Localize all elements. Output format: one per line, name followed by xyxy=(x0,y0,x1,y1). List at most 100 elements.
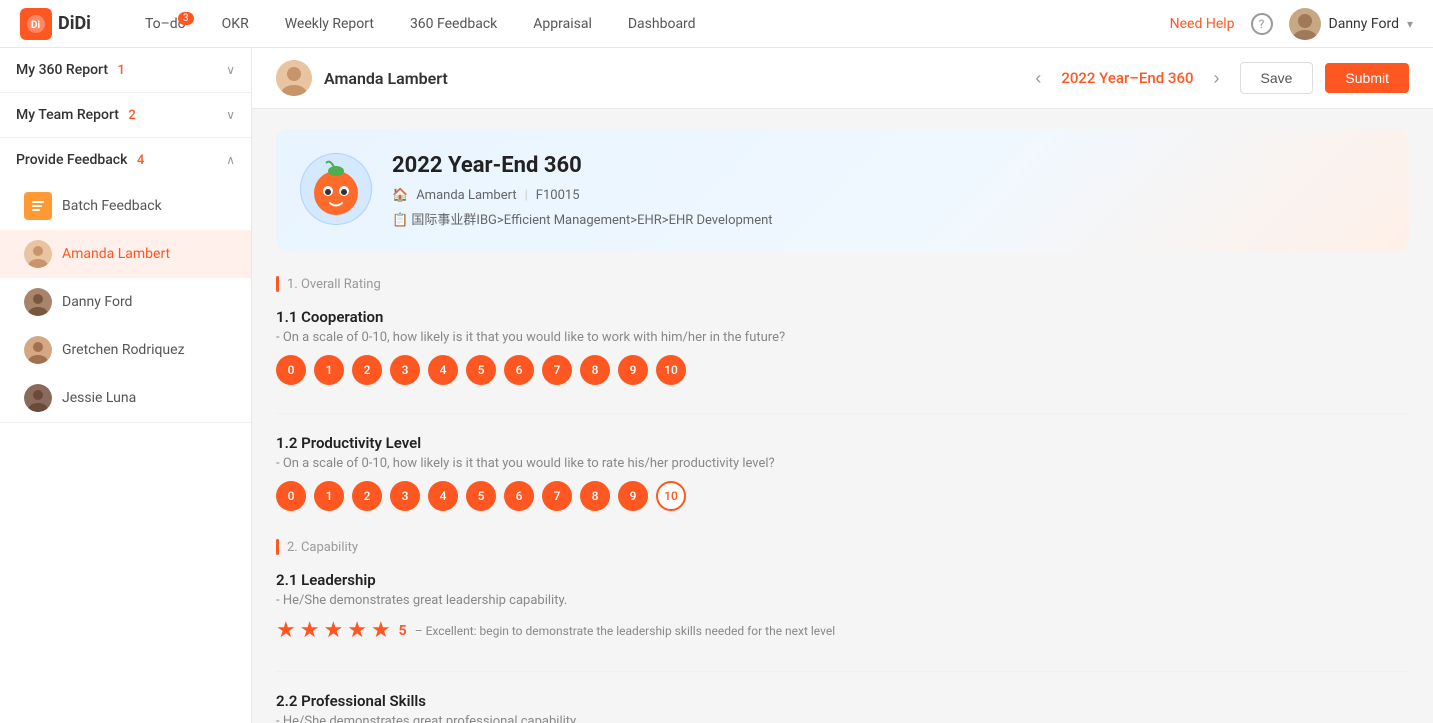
my-360-report-count: 1 xyxy=(118,63,125,78)
circle-7[interactable]: 7 xyxy=(542,355,572,385)
need-help-link[interactable]: Need Help xyxy=(1170,16,1235,32)
prod-circle-3[interactable]: 3 xyxy=(390,481,420,511)
nav-item-todo[interactable]: To–do 3 xyxy=(131,10,200,38)
leadership-star-rating: ★ ★ ★ ★ ★ 5 – Excellent: begin to demons… xyxy=(276,618,1409,643)
content-header-name: Amanda Lambert xyxy=(324,69,448,88)
person-icon: 🏠 xyxy=(392,188,408,203)
professional-skills-desc: - He/She demonstrates great professional… xyxy=(276,714,1409,723)
content-header-left: Amanda Lambert xyxy=(276,60,448,96)
report-content: 2022 Year-End 360 🏠 Amanda Lambert | F10… xyxy=(252,109,1433,723)
report-card-name: Amanda Lambert xyxy=(416,188,516,203)
productivity-circles: 0 1 2 3 4 5 6 7 8 9 10 xyxy=(276,481,1409,511)
sidebar-item-batch-feedback[interactable]: Batch Feedback xyxy=(0,182,251,230)
star-5[interactable]: ★ xyxy=(371,618,391,643)
batch-feedback-label: Batch Feedback xyxy=(62,198,162,214)
provide-feedback-header[interactable]: Provide Feedback 4 ∧ xyxy=(0,138,251,182)
report-card-dept: 📋 国际事业群IBG>Efficient Management>EHR>EHR … xyxy=(392,209,1385,228)
danny-ford-label: Danny Ford xyxy=(62,294,132,310)
star-2[interactable]: ★ xyxy=(300,618,320,643)
leadership-score: 5 xyxy=(399,623,407,639)
cooperation-desc: - On a scale of 0-10, how likely is it t… xyxy=(276,330,1409,345)
leadership-desc: - He/She demonstrates great leadership c… xyxy=(276,593,1409,608)
star-1[interactable]: ★ xyxy=(276,618,296,643)
report-card-icon xyxy=(300,153,372,225)
jessie-luna-avatar xyxy=(24,384,52,412)
user-name: Danny Ford xyxy=(1329,16,1399,32)
circle-6[interactable]: 6 xyxy=(504,355,534,385)
nav-items: To–do 3 OKR Weekly Report 360 Feedback A… xyxy=(131,10,1170,38)
sidebar-item-gretchen-rodriquez[interactable]: Gretchen Rodriquez xyxy=(0,326,251,374)
question-cooperation: 1.1 Cooperation - On a scale of 0-10, ho… xyxy=(276,308,1409,385)
sidebar-item-danny-ford[interactable]: Danny Ford xyxy=(0,278,251,326)
prod-circle-10[interactable]: 10 xyxy=(656,481,686,511)
nav-item-appraisal[interactable]: Appraisal xyxy=(519,10,606,38)
prod-circle-4[interactable]: 4 xyxy=(428,481,458,511)
circle-10[interactable]: 10 xyxy=(656,355,686,385)
circle-9[interactable]: 9 xyxy=(618,355,648,385)
sidebar: My 360 Report 1 ∨ My Team Report 2 ∨ Pro… xyxy=(0,48,252,723)
divider-2 xyxy=(276,671,1409,672)
cooperation-circles: 0 1 2 3 4 5 6 7 8 9 10 xyxy=(276,355,1409,385)
content-header-avatar xyxy=(276,60,312,96)
my-360-report-chevron: ∨ xyxy=(226,63,235,77)
amanda-lambert-label: Amanda Lambert xyxy=(62,246,170,262)
report-title: 2022 Year–End 360 xyxy=(1061,69,1193,87)
sidebar-item-jessie-luna[interactable]: Jessie Luna xyxy=(0,374,251,422)
my-team-report-header[interactable]: My Team Report 2 ∨ xyxy=(0,93,251,137)
danny-ford-avatar xyxy=(24,288,52,316)
circle-8[interactable]: 8 xyxy=(580,355,610,385)
circle-1[interactable]: 1 xyxy=(314,355,344,385)
prod-circle-1[interactable]: 1 xyxy=(314,481,344,511)
sidebar-item-amanda-lambert[interactable]: Amanda Lambert xyxy=(0,230,251,278)
circle-5[interactable]: 5 xyxy=(466,355,496,385)
logo-text: DiDi xyxy=(58,13,91,34)
circle-3[interactable]: 3 xyxy=(390,355,420,385)
sidebar-section-my-360-report: My 360 Report 1 ∨ xyxy=(0,48,251,93)
prod-circle-2[interactable]: 2 xyxy=(352,481,382,511)
prod-circle-6[interactable]: 6 xyxy=(504,481,534,511)
report-card-info: 2022 Year-End 360 🏠 Amanda Lambert | F10… xyxy=(392,153,1385,228)
section-overall-rating-label: 1. Overall Rating xyxy=(276,276,1409,292)
content-header: Amanda Lambert ‹ 2022 Year–End 360 › Sav… xyxy=(252,48,1433,109)
cooperation-title: 1.1 Cooperation xyxy=(276,308,1409,326)
my-360-report-header[interactable]: My 360 Report 1 ∨ xyxy=(0,48,251,92)
nav-item-weekly-report[interactable]: Weekly Report xyxy=(271,10,388,38)
star-3[interactable]: ★ xyxy=(323,618,343,643)
prev-arrow-button[interactable]: ‹ xyxy=(1027,64,1049,93)
nav-item-dashboard[interactable]: Dashboard xyxy=(614,10,710,38)
divider-1 xyxy=(276,413,1409,414)
submit-button[interactable]: Submit xyxy=(1325,63,1409,93)
main-content: Amanda Lambert ‹ 2022 Year–End 360 › Sav… xyxy=(252,48,1433,723)
amanda-lambert-avatar xyxy=(24,240,52,268)
user-info[interactable]: Danny Ford ▾ xyxy=(1289,8,1413,40)
circle-2[interactable]: 2 xyxy=(352,355,382,385)
content-header-right: ‹ 2022 Year–End 360 › Save Submit xyxy=(1027,62,1409,94)
help-icon[interactable]: ? xyxy=(1251,13,1273,35)
next-arrow-button[interactable]: › xyxy=(1206,64,1228,93)
circle-4[interactable]: 4 xyxy=(428,355,458,385)
prod-circle-8[interactable]: 8 xyxy=(580,481,610,511)
logo[interactable]: Di DiDi xyxy=(20,8,91,40)
todo-badge: 3 xyxy=(178,12,194,25)
report-icon-image xyxy=(300,153,372,225)
user-dropdown-icon[interactable]: ▾ xyxy=(1407,17,1413,31)
report-card-meta: 🏠 Amanda Lambert | F10015 xyxy=(392,188,1385,203)
prod-circle-7[interactable]: 7 xyxy=(542,481,572,511)
save-button[interactable]: Save xyxy=(1240,62,1314,94)
batch-feedback-icon xyxy=(24,192,52,220)
jessie-luna-label: Jessie Luna xyxy=(62,390,136,406)
circle-0[interactable]: 0 xyxy=(276,355,306,385)
section-capability-label: 2. Capability xyxy=(276,539,1409,555)
nav-item-okr[interactable]: OKR xyxy=(208,10,263,38)
provide-feedback-count: 4 xyxy=(137,153,144,168)
svg-text:Di: Di xyxy=(31,20,40,31)
my-team-report-count: 2 xyxy=(128,108,135,123)
prod-circle-5[interactable]: 5 xyxy=(466,481,496,511)
nav-item-360-feedback[interactable]: 360 Feedback xyxy=(396,10,511,38)
prod-circle-9[interactable]: 9 xyxy=(618,481,648,511)
nav-right: Need Help ? Danny Ford ▾ xyxy=(1170,8,1413,40)
star-4[interactable]: ★ xyxy=(347,618,367,643)
gretchen-rodriquez-avatar xyxy=(24,336,52,364)
prod-circle-0[interactable]: 0 xyxy=(276,481,306,511)
productivity-title: 1.2 Productivity Level xyxy=(276,434,1409,452)
